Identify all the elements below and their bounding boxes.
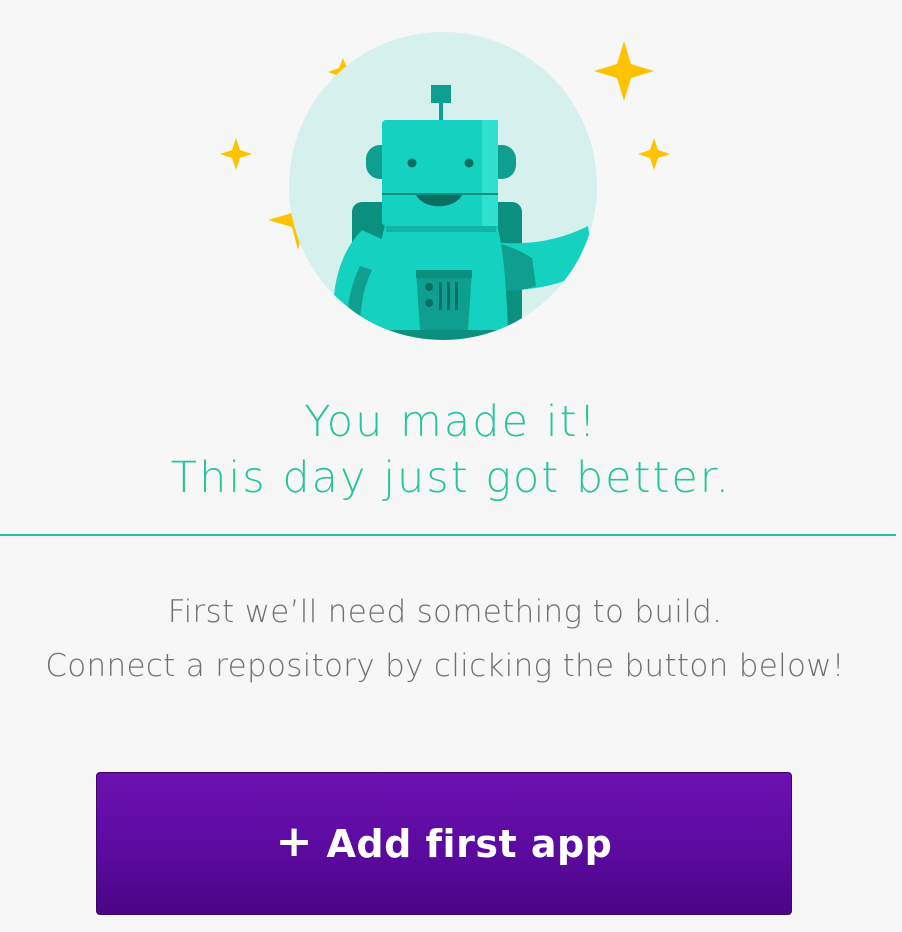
instruction-line-1: First we’ll need something to build. bbox=[167, 594, 723, 630]
instruction-line-2: Connect a repository by clicking the but… bbox=[45, 648, 845, 684]
headline-line-2: This day just got better. bbox=[170, 453, 732, 503]
sparkle-icon bbox=[594, 41, 654, 101]
headline-line-1: You made it! bbox=[304, 397, 598, 447]
add-first-app-label: Add first app bbox=[326, 821, 613, 866]
robot-mascot-illustration bbox=[210, 30, 690, 350]
divider bbox=[0, 534, 896, 536]
plus-icon: + bbox=[275, 815, 313, 867]
sparkle-icon bbox=[220, 138, 252, 170]
add-first-app-button[interactable]: + Add first app bbox=[96, 772, 792, 915]
sparkle-icon bbox=[638, 138, 670, 170]
